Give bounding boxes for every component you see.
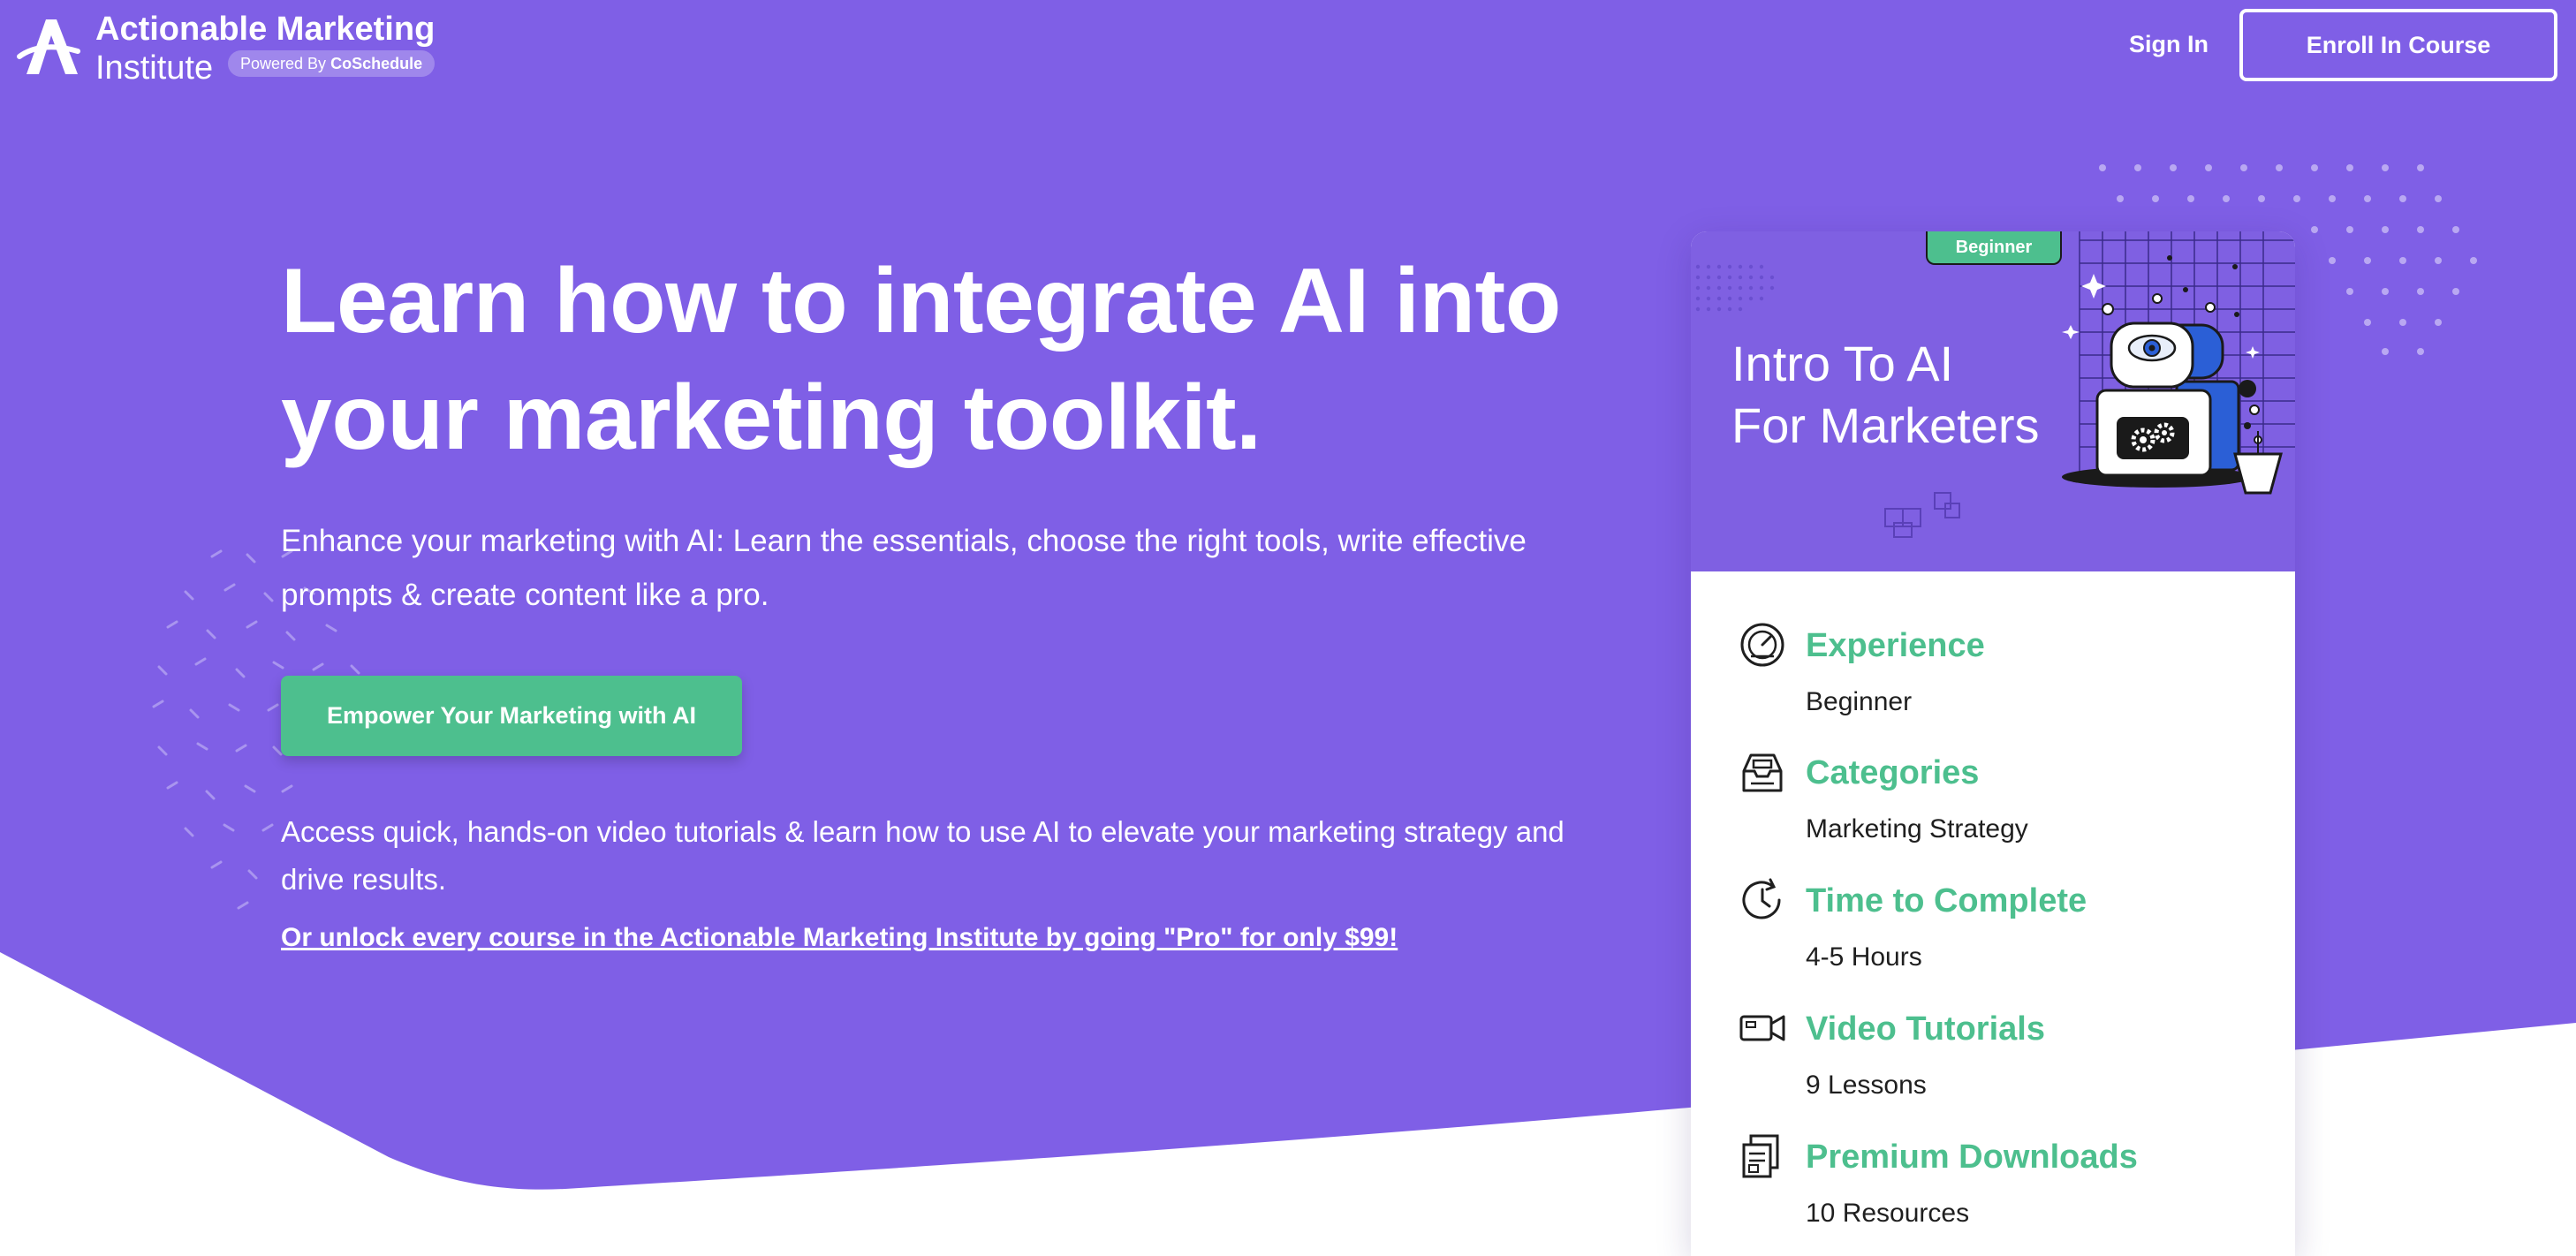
detail-label: Video Tutorials bbox=[1806, 1010, 2045, 1048]
detail-value: 4-5 Hours bbox=[1806, 942, 1922, 972]
access-description: Access quick, hands-on video tutorials &… bbox=[281, 808, 1659, 904]
course-title-line2: For Marketers bbox=[1731, 397, 2040, 453]
clock-refresh-icon bbox=[1742, 878, 1781, 919]
chat-widget-tab[interactable] bbox=[2447, 1175, 2553, 1256]
powered-by-brand: CoSchedule bbox=[330, 55, 423, 72]
course-card: Beginner Intro To AI For Marketers Exper… bbox=[1691, 231, 2295, 1256]
detail-label: Experience bbox=[1806, 627, 1985, 664]
hero-subtitle-line2: prompts & create content like a pro. bbox=[281, 578, 769, 612]
logo-subtitle: Institute bbox=[95, 49, 214, 87]
documents-icon bbox=[1742, 1134, 1779, 1178]
small-squares-decoration bbox=[1884, 492, 1960, 538]
access-line1: Access quick, hands-on video tutorials &… bbox=[281, 815, 1565, 848]
hero-title-line1: Learn how to integrate AI into bbox=[281, 250, 1561, 352]
course-title: Intro To AI For Marketers bbox=[1731, 333, 2067, 457]
detail-label: Premium Downloads bbox=[1806, 1139, 2138, 1176]
level-badge: Beginner bbox=[1926, 231, 2062, 265]
course-title-line1: Intro To AI bbox=[1731, 336, 1954, 391]
detail-experience: Experience Beginner bbox=[1691, 621, 2295, 745]
empower-marketing-button[interactable]: Empower Your Marketing with AI bbox=[281, 676, 742, 756]
detail-label: Categories bbox=[1806, 754, 1980, 791]
hero-title-line2: your marketing toolkit. bbox=[281, 367, 1261, 469]
inbox-tray-icon bbox=[1742, 753, 1783, 792]
detail-premium-downloads: Premium Downloads 10 Resources bbox=[1691, 1132, 2295, 1256]
hero-title: Learn how to integrate AI into your mark… bbox=[281, 243, 1659, 476]
logo-text: Actionable Marketing Institute Powered B… bbox=[95, 11, 466, 87]
hero-subtitle: Enhance your marketing with AI: Learn th… bbox=[281, 514, 1659, 622]
hero-subtitle-line1: Enhance your marketing with AI: Learn th… bbox=[281, 524, 1527, 558]
detail-categories: Categories Marketing Strategy bbox=[1691, 748, 2295, 872]
detail-label: Time to Complete bbox=[1806, 882, 2087, 919]
detail-value: 10 Resources bbox=[1806, 1199, 1970, 1228]
detail-value: Marketing Strategy bbox=[1806, 814, 2028, 844]
access-line2: drive results. bbox=[281, 863, 447, 896]
detail-value: 9 Lessons bbox=[1806, 1071, 1927, 1100]
logo-title: Actionable Marketing bbox=[95, 11, 436, 48]
enroll-in-course-button[interactable]: Enroll In Course bbox=[2239, 9, 2557, 81]
sign-in-link[interactable]: Sign In bbox=[2102, 25, 2235, 64]
powered-by-prefix: Powered By bbox=[240, 55, 327, 72]
logo-a-icon bbox=[17, 19, 80, 74]
detail-video-tutorials: Video Tutorials 9 Lessons bbox=[1691, 1004, 2295, 1128]
robot-illustration bbox=[2062, 231, 2295, 495]
detail-time-to-complete: Time to Complete 4-5 Hours bbox=[1691, 876, 2295, 1000]
detail-value: Beginner bbox=[1806, 687, 1913, 716]
course-card-header: Beginner Intro To AI For Marketers bbox=[1691, 231, 2295, 571]
card-dot-grid bbox=[1695, 264, 1775, 312]
powered-by-badge: Powered By CoSchedule bbox=[228, 50, 436, 77]
go-pro-link[interactable]: Or unlock every course in the Actionable… bbox=[281, 919, 1659, 957]
speedometer-icon bbox=[1740, 623, 1784, 667]
site-logo[interactable]: Actionable Marketing Institute Powered B… bbox=[16, 11, 466, 87]
video-camera-icon bbox=[1739, 1015, 1785, 1041]
